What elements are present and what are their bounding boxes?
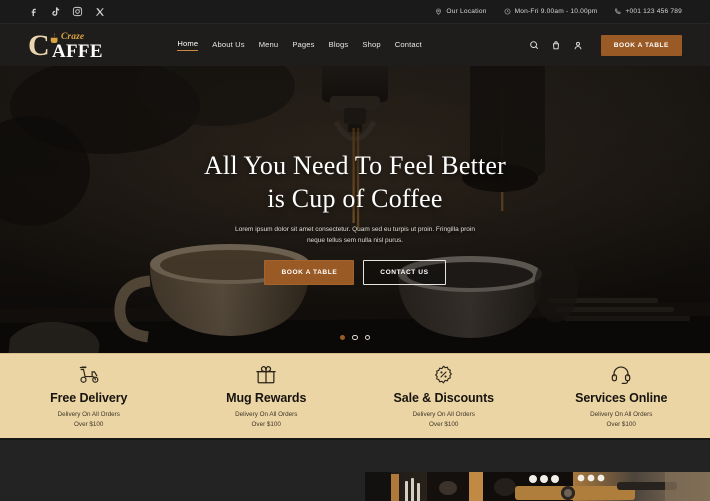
site-header: C Craze AFFE Home About Us Menu Pages Bl… [0, 24, 710, 66]
logo-letter-c: C [28, 29, 50, 62]
x-twitter-icon[interactable] [94, 6, 105, 17]
gift-box-icon [256, 364, 276, 384]
feature-mug-rewards: Mug Rewards Delivery On All Orders Over … [178, 362, 356, 430]
feature-title: Free Delivery [50, 391, 128, 406]
feature-subtitle-line-2: Over $100 [74, 421, 104, 428]
hours-info: Mon-Fri 9.00am - 10.00pm [504, 8, 598, 15]
feature-title: Sale & Discounts [393, 391, 494, 406]
hero-book-a-table-button[interactable]: BOOK A TABLE [264, 260, 355, 286]
headset-support-icon [611, 364, 631, 385]
phone-text: +001 123 456 789 [625, 8, 682, 15]
hours-text: Mon-Fri 9.00am - 10.00pm [514, 8, 598, 15]
nav-item-pages[interactable]: Pages [292, 40, 314, 51]
feature-subtitle: Delivery On All Orders Over $100 [413, 410, 475, 430]
nav-item-home[interactable]: Home [177, 39, 199, 51]
slider-dot-3[interactable] [364, 334, 371, 340]
feature-subtitle: Delivery On All Orders Over $100 [590, 410, 652, 430]
feature-free-delivery: Free Delivery Delivery On All Orders Ove… [0, 362, 178, 430]
hero-cta-group: BOOK A TABLE CONTACT US [264, 260, 446, 286]
phone-icon [615, 8, 621, 15]
top-contact-info: Our Location Mon-Fri 9.00am - 10.00pm +0… [435, 8, 682, 15]
site-logo[interactable]: C Craze AFFE [28, 29, 124, 62]
slider-pagination [0, 334, 710, 340]
header-actions: BOOK A TABLE [529, 34, 682, 56]
cart-icon[interactable] [551, 39, 562, 52]
nav-item-about-us[interactable]: About Us [212, 40, 244, 51]
top-utility-bar: Our Location Mon-Fri 9.00am - 10.00pm +0… [0, 0, 710, 24]
feature-subtitle-line-2: Over $100 [606, 421, 636, 428]
location-info[interactable]: Our Location [435, 8, 486, 15]
slider-dot-2[interactable] [352, 334, 358, 340]
scooter-delivery-icon [78, 364, 100, 384]
nav-item-menu[interactable]: Menu [259, 40, 279, 51]
next-section-dark [0, 438, 710, 501]
location-text: Our Location [446, 8, 487, 15]
map-pin-icon [436, 8, 442, 15]
hero-heading-line-2: is Cup of Coffee [267, 184, 443, 214]
feature-subtitle-line-2: Over $100 [429, 421, 459, 428]
feature-subtitle-line-1: Delivery On All Orders [57, 411, 120, 419]
tiktok-icon[interactable] [50, 6, 61, 17]
user-icon[interactable] [573, 39, 584, 52]
logo-rest-text: AFFE [52, 41, 103, 62]
feature-title: Mug Rewards [226, 391, 307, 406]
phone-info[interactable]: +001 123 456 789 [614, 8, 682, 15]
feature-services-online: Services Online Delivery On All Orders O… [533, 362, 710, 430]
features-band: Free Delivery Delivery On All Orders Ove… [0, 353, 710, 438]
hero-contact-us-button[interactable]: CONTACT US [363, 260, 446, 286]
hero-content: All You Need To Feel Better is Cup of Co… [0, 66, 710, 353]
feature-subtitle-line-1: Delivery On All Orders [412, 411, 475, 419]
feature-sale-discounts: Sale & Discounts Delivery On All Orders … [355, 362, 533, 430]
feature-title: Services Online [575, 391, 668, 406]
instagram-icon[interactable] [72, 6, 83, 17]
hero-slider: All You Need To Feel Better is Cup of Co… [0, 66, 710, 353]
discount-percent-icon [434, 364, 453, 384]
feature-subtitle-line-1: Delivery On All Orders [590, 411, 653, 419]
clock-icon [504, 8, 510, 15]
hero-paragraph: Lorem ipsum dolor sit amet consectetur. … [228, 224, 483, 247]
espresso-machine-image [365, 472, 710, 501]
nav-item-shop[interactable]: Shop [362, 40, 380, 51]
header-book-a-table-button[interactable]: BOOK A TABLE [600, 34, 682, 56]
slider-dot-1[interactable] [339, 334, 346, 340]
nav-item-contact[interactable]: Contact [395, 40, 422, 51]
main-navigation: Home About Us Menu Pages Blogs Shop Cont… [177, 39, 422, 51]
hero-paragraph-line-1: Lorem ipsum dolor sit amet consectetur. … [235, 225, 417, 233]
nav-item-blogs[interactable]: Blogs [329, 40, 349, 51]
coffee-shop-landing-page: Our Location Mon-Fri 9.00am - 10.00pm +0… [0, 0, 710, 501]
hero-heading-line-1: All You Need To Feel Better [203, 151, 507, 180]
hero-heading: All You Need To Feel Better is Cup of Co… [204, 149, 506, 216]
facebook-icon[interactable] [28, 6, 39, 17]
feature-subtitle: Delivery On All Orders Over $100 [235, 410, 297, 430]
search-icon[interactable] [529, 39, 540, 52]
feature-subtitle-line-2: Over $100 [251, 421, 281, 428]
feature-subtitle: Delivery On All Orders Over $100 [58, 410, 120, 430]
social-links [28, 6, 105, 17]
feature-subtitle-line-1: Delivery On All Orders [235, 411, 298, 419]
